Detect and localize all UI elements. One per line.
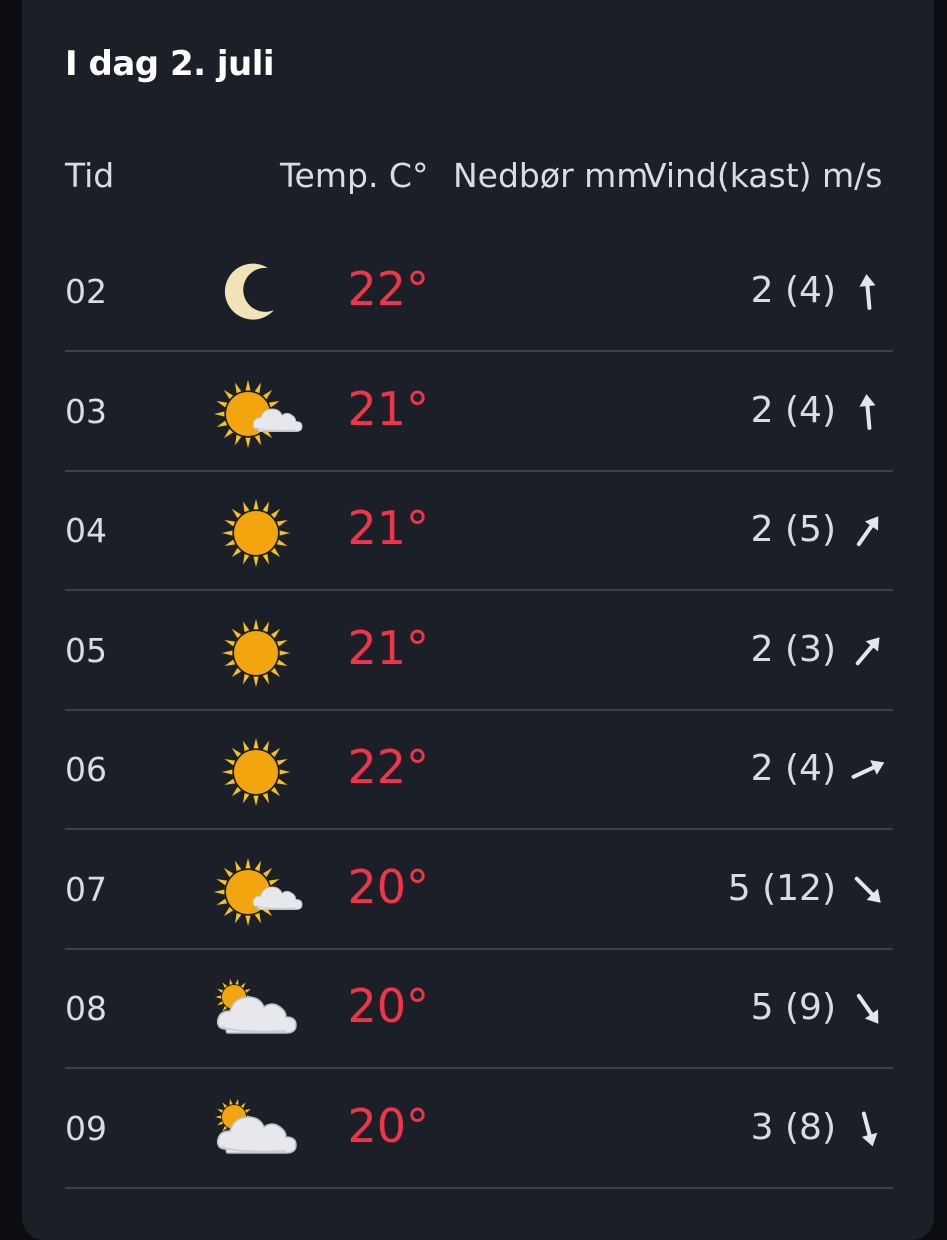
row-time: 07 [65, 869, 107, 909]
row-wind: 5 (9) [750, 987, 836, 1028]
wind-arrow-icon [846, 509, 890, 553]
sun-icon [210, 493, 306, 573]
cloud-sun-icon [210, 971, 306, 1051]
row-time: 06 [65, 750, 107, 789]
row-wind: 2 (4) [750, 389, 836, 431]
row-wind: 2 (3) [750, 628, 836, 670]
row-time: 03 [65, 391, 107, 431]
row-divider [65, 1186, 893, 1189]
row-time: 04 [65, 511, 107, 550]
sun-icon [210, 613, 306, 693]
wind-arrow-icon [846, 629, 890, 673]
header-wind: Vind(kast) m/s [644, 156, 883, 195]
row-time: 08 [65, 989, 107, 1028]
row-wind: 2 (4) [750, 748, 836, 789]
moon-icon [210, 254, 306, 334]
sun-icon [210, 732, 306, 812]
forecast-row[interactable]: 08 20° 5 (9) [0, 949, 947, 1069]
wind-arrow-icon [846, 390, 890, 434]
row-temp: 22° [347, 262, 429, 316]
wind-arrow-icon [846, 270, 890, 314]
header-time: Tid [65, 156, 115, 195]
forecast-row[interactable]: 06 22° 2 (4) [0, 710, 947, 830]
forecast-row[interactable]: 03 21° 2 (4) [0, 352, 947, 472]
wind-arrow-icon [846, 987, 890, 1031]
row-temp: 20° [347, 979, 429, 1033]
forecast-row[interactable]: 04 21° 2 (5) [0, 471, 947, 591]
forecast-row[interactable]: 02 22° 2 (4) [0, 232, 947, 352]
wind-arrow-icon [846, 1107, 890, 1151]
row-temp: 21° [347, 501, 429, 555]
row-wind: 2 (4) [750, 270, 836, 311]
sun-cloud-small-icon [210, 374, 306, 454]
row-temp: 20° [347, 859, 429, 914]
header-temp: Temp. C° [280, 156, 429, 195]
row-wind: 5 (12) [727, 867, 836, 909]
wind-arrow-icon [846, 748, 890, 792]
forecast-row[interactable]: 07 20° 5 (12) [0, 830, 947, 950]
row-time: 02 [65, 272, 107, 311]
cloud-sun-icon [210, 1091, 306, 1171]
row-wind: 3 (8) [750, 1106, 836, 1148]
page-title: I dag 2. juli [65, 44, 275, 84]
wind-arrow-icon [846, 868, 890, 912]
row-temp: 22° [347, 740, 429, 794]
sun-cloud-small-icon [210, 852, 306, 932]
row-time: 09 [65, 1108, 107, 1148]
row-temp: 21° [347, 381, 429, 436]
row-temp: 20° [347, 1098, 429, 1153]
forecast-row[interactable]: 09 20° 3 (8) [0, 1069, 947, 1189]
row-wind: 2 (5) [750, 509, 836, 550]
row-temp: 21° [347, 620, 429, 675]
row-time: 05 [65, 630, 107, 670]
forecast-row[interactable]: 05 21° 2 (3) [0, 591, 947, 711]
header-precip: Nedbør mm [453, 156, 649, 195]
